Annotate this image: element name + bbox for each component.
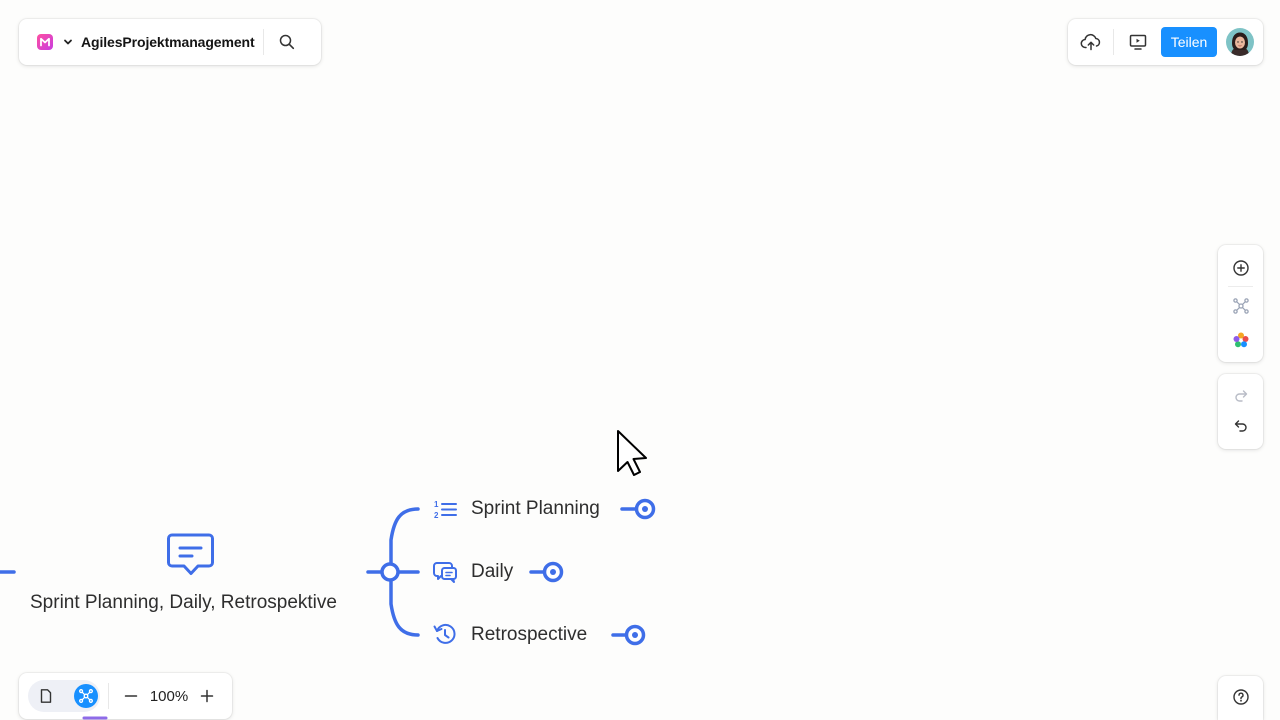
expand-handle[interactable] [620, 498, 656, 520]
central-topic[interactable]: Sprint Planning, Daily, Retrospektive [30, 592, 337, 614]
topic-sprint-planning[interactable]: Sprint Planning [471, 498, 600, 520]
topic-daily[interactable]: Daily [471, 561, 513, 583]
svg-text:1: 1 [434, 500, 439, 509]
mouse-cursor-icon [617, 430, 647, 476]
history-icon [433, 623, 456, 644]
branch-hub-handle[interactable] [380, 562, 400, 582]
chat-bubbles-icon [433, 562, 457, 583]
expand-handle[interactable] [611, 624, 646, 646]
numbered-list-icon: 1 2 [434, 500, 457, 520]
message-icon [167, 533, 214, 575]
svg-text:2: 2 [434, 511, 439, 520]
topic-retrospective[interactable]: Retrospective [471, 624, 587, 646]
expand-handle[interactable] [529, 561, 564, 583]
